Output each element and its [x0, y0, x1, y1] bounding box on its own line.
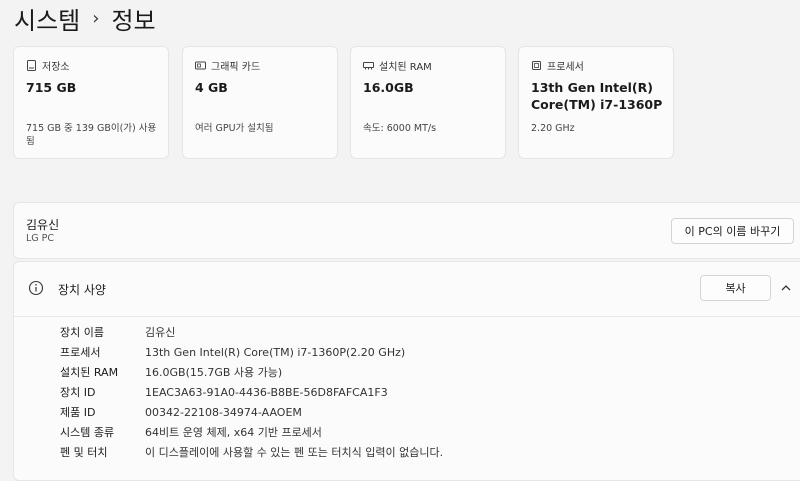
device-spec-title: 장치 사양	[58, 283, 106, 297]
spec-key: 장치 ID	[60, 386, 96, 399]
spec-key: 시스템 종류	[60, 426, 115, 439]
spec-row: 프로세서 13th Gen Intel(R) Core(TM) i7-1360P…	[60, 342, 443, 362]
spec-row: 제품 ID 00342-22108-34974-AAOEM	[60, 402, 443, 422]
rename-pc-button[interactable]: 이 PC의 이름 바꾸기	[671, 218, 794, 244]
graphics-card-sub: 여러 GPU가 설치됨	[195, 123, 274, 134]
device-name: 김유신	[26, 218, 60, 232]
storage-icon	[27, 60, 36, 71]
spec-key: 설치된 RAM	[60, 366, 119, 379]
processor-card-title: 프로세서	[547, 62, 584, 73]
spec-key: 펜 및 터치	[60, 446, 108, 459]
storage-card-sub: 715 GB 중 139 GB이(가) 사용됨	[26, 123, 157, 147]
storage-card[interactable]: 저장소 715 GB 715 GB 중 139 GB이(가) 사용됨	[13, 46, 169, 159]
device-spec-panel: 장치 사양 복사 장치 이름 김유신 프로세서 13th Gen Intel(R…	[13, 261, 800, 481]
spec-value: 13th Gen Intel(R) Core(TM) i7-1360P(2.20…	[145, 345, 406, 359]
spec-row: 장치 ID 1EAC3A63-91A0-4436-B8BE-56D8FAFCA1…	[60, 382, 443, 402]
graphics-card-title: 그래픽 카드	[211, 62, 261, 73]
spec-value: 16.0GB(15.7GB 사용 가능)	[145, 366, 283, 379]
info-icon	[28, 280, 44, 296]
spec-value: 64비트 운영 체제, x64 기반 프로세서	[145, 426, 322, 439]
spec-key: 프로세서	[60, 346, 101, 359]
device-panel: 김유신 LG PC 이 PC의 이름 바꾸기	[13, 202, 800, 259]
breadcrumb-separator: ›	[92, 7, 100, 29]
spec-row: 설치된 RAM 16.0GB(15.7GB 사용 가능)	[60, 362, 443, 382]
spec-value: 김유신	[145, 326, 176, 339]
copy-button[interactable]: 복사	[700, 275, 771, 301]
device-model: LG PC	[26, 233, 55, 244]
spec-value: 00342-22108-34974-AAOEM	[145, 405, 302, 419]
ram-card-title: 설치된 RAM	[379, 62, 432, 73]
ram-icon	[363, 62, 374, 70]
storage-card-value: 715 GB	[26, 80, 77, 95]
processor-card-value: 13th Gen Intel(R) Core(TM) i7-1360P	[531, 80, 663, 112]
ram-card[interactable]: 설치된 RAM 16.0GB 속도: 6000 MT/s	[350, 46, 506, 159]
ram-card-value: 16.0GB	[363, 80, 414, 95]
graphics-card-value: 4 GB	[195, 80, 228, 95]
graphics-card-icon	[195, 61, 206, 70]
device-spec-header[interactable]: 장치 사양 복사	[14, 262, 800, 317]
device-spec-list: 장치 이름 김유신 프로세서 13th Gen Intel(R) Core(TM…	[60, 322, 443, 462]
spec-row: 장치 이름 김유신	[60, 322, 443, 342]
breadcrumb-parent[interactable]: 시스템	[14, 1, 80, 36]
spec-key: 제품 ID	[60, 406, 96, 419]
graphics-card[interactable]: 그래픽 카드 4 GB 여러 GPU가 설치됨	[182, 46, 338, 159]
spec-key: 장치 이름	[60, 326, 104, 339]
chevron-up-icon[interactable]	[780, 282, 792, 294]
ram-card-sub: 속도: 6000 MT/s	[363, 123, 437, 134]
spec-value: 이 디스플레이에 사용할 수 있는 펜 또는 터치식 입력이 없습니다.	[145, 446, 444, 459]
spec-value: 1EAC3A63-91A0-4436-B8BE-56D8FAFCA1F3	[145, 385, 388, 399]
processor-card[interactable]: 프로세서 13th Gen Intel(R) Core(TM) i7-1360P…	[518, 46, 674, 159]
processor-icon	[532, 61, 541, 70]
spec-row: 펜 및 터치 이 디스플레이에 사용할 수 있는 펜 또는 터치식 입력이 없습…	[60, 442, 443, 462]
page-title: 정보	[111, 6, 156, 35]
spec-row: 시스템 종류 64비트 운영 체제, x64 기반 프로세서	[60, 422, 443, 442]
breadcrumb: 시스템 › 정보	[14, 1, 156, 36]
processor-card-sub: 2.20 GHz	[531, 123, 575, 134]
storage-card-title: 저장소	[42, 62, 70, 73]
